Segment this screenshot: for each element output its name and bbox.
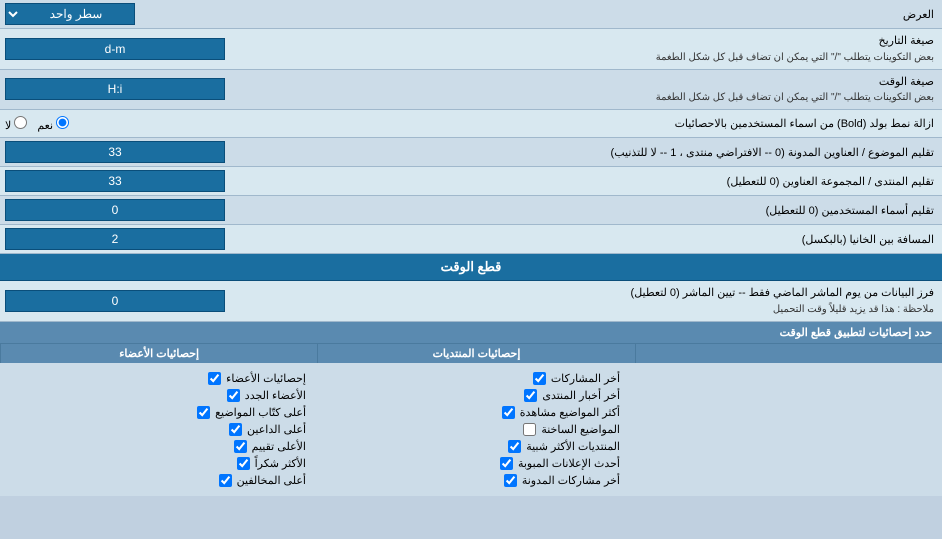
check-col1-6-label: أخر مشاركات المدونة [522, 474, 620, 487]
date-format-input[interactable] [5, 38, 225, 60]
check-col2-2-label: أعلى كتّاب المواضيع [215, 406, 306, 419]
check-col1-5[interactable] [500, 457, 513, 470]
time-filter-input[interactable] [5, 290, 225, 312]
display-select[interactable]: سطر واحد [5, 3, 135, 25]
users-label: تقليم أسماء المستخدمين (0 للتعطيل) [280, 200, 942, 221]
radio-no-label: لا [5, 116, 27, 132]
radio-no[interactable] [14, 116, 27, 129]
spacing-input-cell [0, 225, 280, 253]
check-col1-2[interactable] [502, 406, 515, 419]
display-label: العرض [280, 4, 942, 25]
users-input-cell [0, 196, 280, 224]
check-col2-4-label: الأعلى تقييم [252, 440, 306, 453]
check-col1-2-label: أكثر المواضيع مشاهدة [520, 406, 620, 419]
check-col1-3[interactable] [523, 423, 536, 436]
check-col1-6[interactable] [504, 474, 517, 487]
check-col2-0[interactable] [208, 372, 221, 385]
time-filter-label: فرز البيانات من يوم الماشر الماضي فقط --… [280, 281, 942, 321]
check-col2-2[interactable] [197, 406, 210, 419]
check-col2-6-label: أعلى المخالفين [237, 474, 306, 487]
check-col1-1-label: أخر أخبار المنتدى [542, 389, 620, 402]
check-col2-6[interactable] [219, 474, 232, 487]
forums-input-cell [0, 167, 280, 195]
check-col2-3-label: أعلى الداعين [247, 423, 306, 436]
check-col2-5[interactable] [237, 457, 250, 470]
forums-label: تقليم المنتدى / المجموعة العناوين (0 للت… [280, 171, 942, 192]
time-format-input[interactable] [5, 78, 225, 100]
col1-checkboxes: أخر المشاركات أخر أخبار المنتدى أكثر الم… [314, 367, 628, 492]
bold-label: ازالة نمط بولد (Bold) من اسماء المستخدمي… [280, 113, 942, 134]
spacing-label: المسافة بين الخانيا (بالبكسل) [280, 229, 942, 250]
check-col1-0-label: أخر المشاركات [551, 372, 620, 385]
time-format-label: صيغة الوقت بعض التكوينات يتطلب "/" التي … [280, 70, 942, 110]
check-col1-5-label: أحدث الإعلانات المبوبة [518, 457, 620, 470]
forums-input[interactable] [5, 170, 225, 192]
time-section-header: قطع الوقت [441, 259, 502, 274]
check-col2-3[interactable] [229, 423, 242, 436]
col2-checkboxes: إحصائيات الأعضاء الأعضاء الجدد أعلى كتّا… [0, 367, 314, 492]
check-col1-3-label: المواضيع الساخنة [541, 423, 620, 436]
check-col1-4[interactable] [508, 440, 521, 453]
radio-yes-label: نعم [37, 116, 69, 132]
date-format-label: صيغة التاريخ بعض التكوينات يتطلب "/" الت… [280, 29, 942, 69]
radio-yes[interactable] [56, 116, 69, 129]
check-col1-0[interactable] [533, 372, 546, 385]
time-format-input-cell [0, 75, 280, 103]
check-col2-0-label: إحصائيات الأعضاء [226, 372, 306, 385]
check-col2-1-label: الأعضاء الجدد [245, 389, 306, 402]
topics-input-cell [0, 138, 280, 166]
display-select-cell: سطر واحد [0, 0, 280, 28]
bold-radio-cell: نعم لا [0, 113, 280, 135]
col1-title: إحصائيات المنتديات [317, 344, 634, 363]
users-input[interactable] [5, 199, 225, 221]
col2-title: إحصائيات الأعضاء [0, 344, 317, 363]
topics-label: تقليم الموضوع / العناوين المدونة (0 -- ا… [280, 142, 942, 163]
check-col1-1[interactable] [524, 389, 537, 402]
check-col1-4-label: المنتديات الأكثر شبية [526, 440, 620, 453]
time-filter-input-cell [0, 287, 280, 315]
check-col2-1[interactable] [227, 389, 240, 402]
date-format-input-cell [0, 35, 280, 63]
check-col2-4[interactable] [234, 440, 247, 453]
topics-input[interactable] [5, 141, 225, 163]
stats-limit-label: حدد إحصائيات لتطبيق قطع الوقت [290, 326, 932, 339]
check-col2-5-label: الأكثر شكراً [255, 457, 306, 470]
spacing-input[interactable] [5, 228, 225, 250]
